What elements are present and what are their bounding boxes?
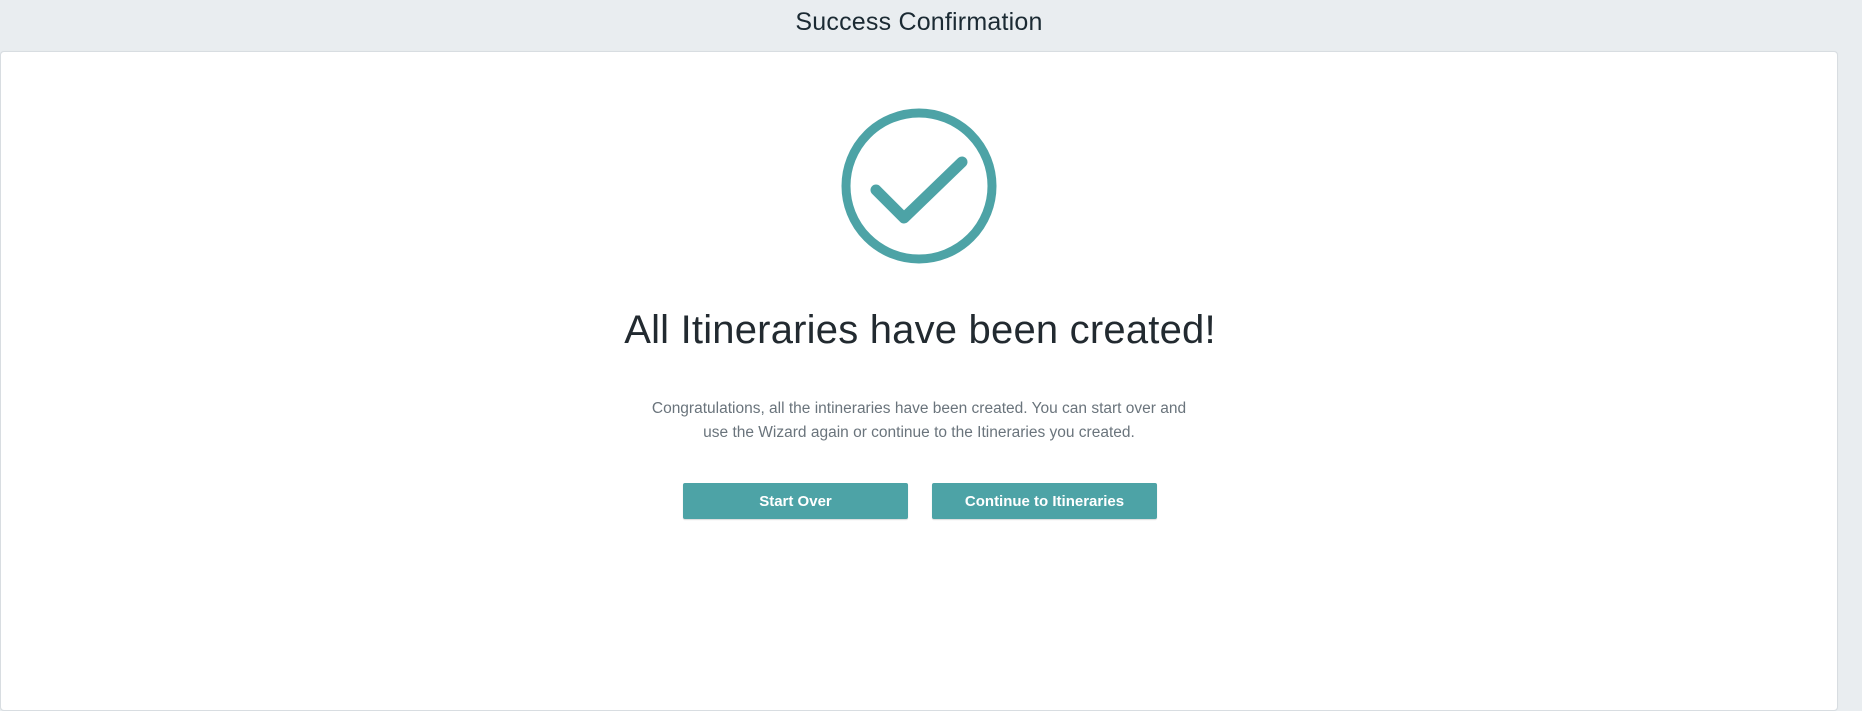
page-header: Success Confirmation	[0, 0, 1838, 50]
success-card: All Itineraries have been created! Congr…	[0, 51, 1838, 711]
continue-to-itineraries-button[interactable]: Continue to Itineraries	[932, 483, 1157, 519]
action-buttons: Start Over Continue to Itineraries	[1, 483, 1839, 519]
check-circle-icon	[841, 108, 997, 264]
success-title: All Itineraries have been created!	[624, 308, 1216, 352]
success-message: Congratulations, all the intineraries ha…	[651, 400, 1187, 441]
start-over-button[interactable]: Start Over	[683, 483, 908, 519]
page-title: Success Confirmation	[795, 7, 1043, 36]
